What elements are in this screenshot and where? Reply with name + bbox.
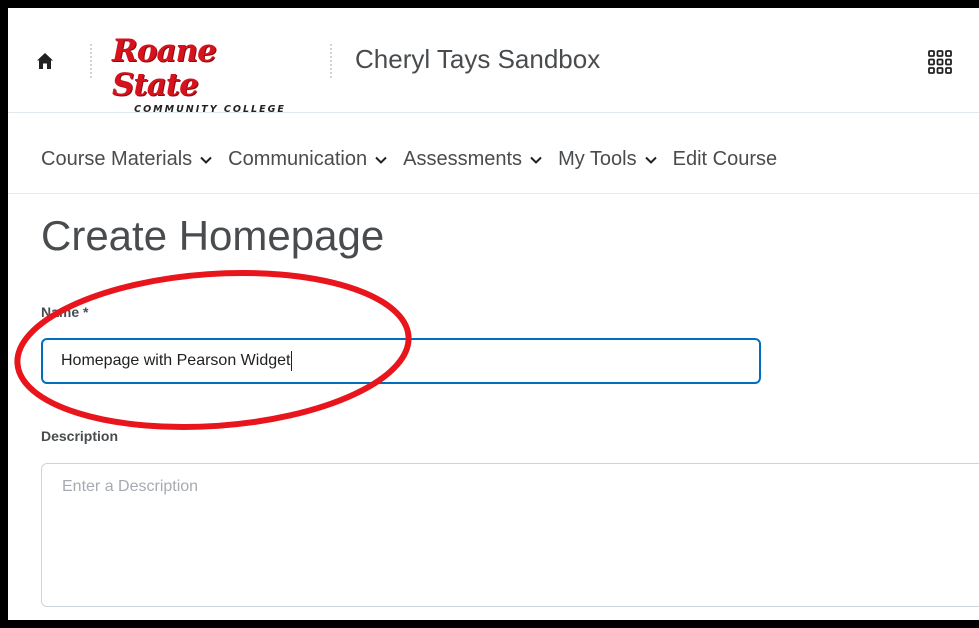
- name-input[interactable]: Homepage with Pearson Widget: [41, 338, 761, 384]
- nav-assessments[interactable]: Assessments: [403, 148, 542, 171]
- browser-frame: Roane State COMMUNITY COLLEGE Cheryl Tay…: [8, 8, 979, 620]
- page-title: Create Homepage: [41, 212, 385, 259]
- description-input[interactable]: Enter a Description: [41, 463, 979, 607]
- description-label: Description: [41, 428, 119, 444]
- divider: [330, 44, 332, 78]
- chevron-down-icon: [200, 156, 212, 164]
- nav-edit-course[interactable]: Edit Course: [673, 148, 778, 171]
- course-navbar: Course Materials Communication Assessmen…: [8, 113, 979, 194]
- chevron-down-icon: [530, 156, 542, 164]
- top-bar: Roane State COMMUNITY COLLEGE Cheryl Tay…: [8, 8, 979, 115]
- course-title[interactable]: Cheryl Tays Sandbox: [355, 44, 600, 75]
- name-input-value: Homepage with Pearson Widget: [61, 352, 291, 369]
- description-placeholder: Enter a Description: [62, 478, 199, 495]
- text-caret: [291, 351, 293, 371]
- nav-label: Communication: [228, 148, 368, 170]
- name-label: Name *: [41, 304, 89, 320]
- nav-label: Assessments: [403, 148, 523, 170]
- chevron-down-icon: [375, 156, 387, 164]
- home-icon[interactable]: [36, 52, 54, 70]
- nav-label: Edit Course: [672, 148, 778, 170]
- nav-my-tools[interactable]: My Tools: [558, 148, 657, 171]
- nav-communication[interactable]: Communication: [228, 148, 387, 171]
- nav-label: Course Materials: [41, 148, 193, 170]
- divider: [90, 44, 92, 78]
- logo-text: Roane State: [112, 33, 217, 103]
- waffle-icon[interactable]: [928, 50, 952, 74]
- roane-state-logo[interactable]: Roane State COMMUNITY COLLEGE: [112, 34, 308, 115]
- chevron-down-icon: [644, 156, 657, 164]
- nav-label: My Tools: [558, 148, 637, 170]
- nav-course-materials[interactable]: Course Materials: [41, 148, 212, 171]
